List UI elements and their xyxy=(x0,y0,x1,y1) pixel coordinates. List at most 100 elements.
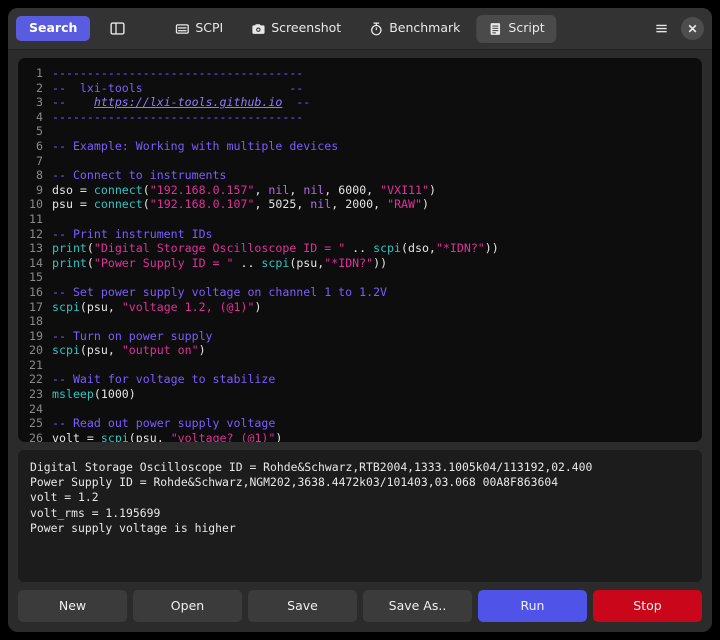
code-line-text: -- Wait for voltage to stabilize xyxy=(52,372,275,387)
code-line-text: scpi(psu, "output on") xyxy=(52,343,206,358)
token-comment: -- Wait for voltage to stabilize xyxy=(52,372,276,387)
token-str: "voltage? (@1)" xyxy=(170,430,276,442)
token-plain: ) xyxy=(429,182,436,197)
token-plain: (psu, xyxy=(128,430,171,442)
tab-screenshot[interactable]: Screenshot xyxy=(239,15,353,43)
token-plain: ) xyxy=(198,343,206,358)
line-number: 8 xyxy=(36,168,43,183)
token-plain: volt = xyxy=(52,430,101,442)
line-number: 4 xyxy=(36,109,43,124)
line-number: 5 xyxy=(36,124,43,139)
token-str: "output on" xyxy=(121,343,199,358)
stopwatch-icon xyxy=(369,21,383,36)
open-button[interactable]: Open xyxy=(133,589,242,622)
code-line: 2 -- lxi-tools -- xyxy=(18,81,702,96)
code-line: 15 xyxy=(18,270,702,285)
script-editor[interactable]: 1 ------------------------------------ 2 --… xyxy=(18,58,702,442)
token-plain: psu = xyxy=(52,197,94,212)
token-str: "*IDN?" xyxy=(435,241,485,256)
line-number: 1 xyxy=(36,66,43,80)
code-line: 18 xyxy=(18,314,702,329)
token-kw: nil xyxy=(268,182,290,197)
token-comment: -- Connect to instruments xyxy=(52,168,227,183)
token-comment: -- Print instrument IDs xyxy=(52,226,213,241)
line-number: 18 xyxy=(29,314,43,329)
token-plain: ( xyxy=(142,182,150,197)
main-content: 1 ------------------------------------ 2 --… xyxy=(8,50,712,582)
header-right-controls: ✕ xyxy=(648,17,704,40)
line-number: 22 xyxy=(29,372,43,387)
tab-script[interactable]: Script xyxy=(476,14,557,43)
token-plain: (dso, xyxy=(401,241,436,256)
stop-button[interactable]: Stop xyxy=(593,589,702,622)
token-comment: ------------------------------------ xyxy=(52,109,304,124)
code-line: 20 scpi(psu, "output on") xyxy=(18,343,702,358)
hamburger-menu-icon[interactable] xyxy=(648,17,675,40)
line-number: 6 xyxy=(36,138,43,153)
token-plain: .. xyxy=(233,255,262,270)
line-number: 23 xyxy=(29,387,43,402)
panel-left-icon[interactable] xyxy=(104,17,131,40)
line-number: 20 xyxy=(29,343,43,358)
search-button[interactable]: Search xyxy=(16,16,91,41)
console-output: Digital Storage Oscilloscope ID = Rohde&… xyxy=(18,450,702,582)
tab-benchmark[interactable]: Benchmark xyxy=(357,15,472,43)
code-line: 19 -- Turn on power supply xyxy=(18,329,702,344)
line-number: 25 xyxy=(29,416,43,431)
token-fn: print xyxy=(52,255,87,270)
tab-label: Benchmark xyxy=(389,20,461,36)
code-line-text: dso = connect("192.168.0.157", nil, nil,… xyxy=(52,183,436,198)
token-str: "Digital Storage Oscilloscope ID = " xyxy=(93,241,346,256)
code-line: 5 xyxy=(18,124,702,139)
token-url[interactable]: https://lxi-tools.github.io xyxy=(94,95,282,109)
line-number: 9 xyxy=(36,182,43,197)
code-line: 4 ------------------------------------ xyxy=(18,110,702,125)
new-button[interactable]: New xyxy=(18,589,127,622)
code-line: 16 -- Set power supply voltage on channel… xyxy=(18,285,702,300)
application-window: Search SCPI Screenshot Benchmark Script … xyxy=(8,8,712,632)
token-fn: scpi xyxy=(373,241,402,256)
code-line: 10 psu = connect("192.168.0.107", 5025, n… xyxy=(18,197,702,212)
code-line: 7 xyxy=(18,154,702,169)
code-line: 9 dso = connect("192.168.0.157", nil, nil… xyxy=(18,183,702,198)
code-lines[interactable]: 1 ------------------------------------ 2 --… xyxy=(18,66,702,442)
token-kw: nil xyxy=(310,197,332,212)
token-comment: -- xyxy=(282,95,311,110)
tab-scpi[interactable]: SCPI xyxy=(163,15,235,43)
save-button[interactable]: Save xyxy=(248,589,357,622)
code-line: 26 volt = scpi(psu, "voltage? (@1)") xyxy=(18,431,702,442)
token-plain: ) xyxy=(275,430,283,442)
code-line-text: volt = scpi(psu, "voltage? (@1)") xyxy=(52,431,282,442)
save-as-button[interactable]: Save As.. xyxy=(363,589,472,622)
token-fn: connect xyxy=(93,197,143,212)
token-plain: )) xyxy=(484,241,499,256)
token-plain: ) xyxy=(422,197,429,212)
run-button[interactable]: Run xyxy=(478,589,587,622)
code-line-text: -- Set power supply voltage on channel 1… xyxy=(52,285,387,300)
code-line: 14 print("Power Supply ID = " .. scpi(psu… xyxy=(18,256,702,271)
token-fn: scpi xyxy=(100,430,129,442)
token-plain: ( xyxy=(86,255,94,270)
code-line: 24 xyxy=(18,402,702,417)
token-plain: , xyxy=(254,182,269,197)
token-str: "192.168.0.157" xyxy=(149,182,255,197)
code-line-text: -- Print instrument IDs xyxy=(52,227,213,242)
token-plain: ) xyxy=(254,299,262,314)
tab-bar: SCPI Screenshot Benchmark Script xyxy=(163,14,557,43)
code-line-text: -- lxi-tools -- xyxy=(52,81,303,96)
line-number: 19 xyxy=(29,328,43,343)
token-str: "RAW" xyxy=(387,197,422,212)
code-line-text: -- https://lxi-tools.github.io -- xyxy=(52,95,310,110)
line-number: 17 xyxy=(29,299,43,314)
line-number: 21 xyxy=(29,357,43,372)
code-line-text: psu = connect("192.168.0.107", 5025, nil… xyxy=(52,197,429,212)
code-line: 25 -- Read out power supply voltage xyxy=(18,416,702,431)
close-icon[interactable]: ✕ xyxy=(681,17,704,40)
token-str: "voltage 1.2, (@1)" xyxy=(121,299,255,314)
action-button-row: New Open Save Save As.. Run Stop xyxy=(8,581,712,632)
token-plain: .. xyxy=(345,241,374,256)
code-line-text: ------------------------------------ xyxy=(52,110,303,125)
